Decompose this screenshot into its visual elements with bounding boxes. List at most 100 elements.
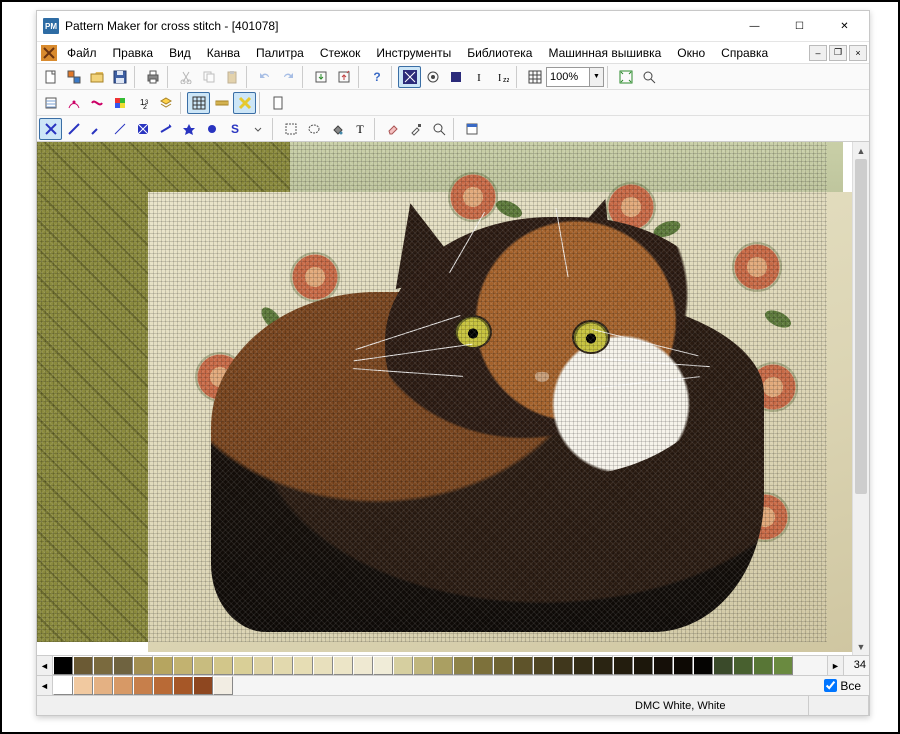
app-menu-icon[interactable] xyxy=(39,42,59,63)
french-knot-tool[interactable] xyxy=(177,118,200,140)
open-file-button[interactable] xyxy=(85,66,108,88)
palette-swatch[interactable] xyxy=(473,656,493,675)
new-wizard-button[interactable] xyxy=(62,66,85,88)
palette-swatch[interactable] xyxy=(553,656,573,675)
fit-window-button[interactable] xyxy=(614,66,637,88)
palette-swatch[interactable] xyxy=(73,676,93,695)
palette-swatch[interactable] xyxy=(733,656,753,675)
menu-окно[interactable]: Окно xyxy=(669,42,713,63)
palette-swatch[interactable] xyxy=(373,656,393,675)
mdi-minimize-button[interactable]: – xyxy=(809,45,827,61)
special-stitch-tool[interactable]: S xyxy=(223,118,246,140)
bead-tool[interactable] xyxy=(200,118,223,140)
new-file-button[interactable] xyxy=(39,66,62,88)
palette-swatch[interactable] xyxy=(693,656,713,675)
palette-swatch[interactable] xyxy=(73,656,93,675)
mdi-restore-button[interactable]: ❐ xyxy=(829,45,847,61)
petite-stitch-tool[interactable] xyxy=(131,118,154,140)
text-tool[interactable]: T xyxy=(348,118,371,140)
palette-swatch[interactable] xyxy=(153,676,173,695)
quarter-stitch-tool[interactable] xyxy=(85,118,108,140)
view-info-button[interactable]: I xyxy=(467,66,490,88)
palette-swatch[interactable] xyxy=(773,656,793,675)
view-stitches-button[interactable] xyxy=(398,66,421,88)
scroll-down-button[interactable]: ▼ xyxy=(853,638,869,655)
zoom-input[interactable]: 100% xyxy=(546,67,590,87)
pattern-canvas[interactable] xyxy=(37,142,827,642)
import-button[interactable] xyxy=(309,66,332,88)
zoom-tool-button[interactable] xyxy=(637,66,660,88)
palette-swatch[interactable] xyxy=(413,656,433,675)
palette-swatch[interactable] xyxy=(173,676,193,695)
view-symbols-button[interactable] xyxy=(421,66,444,88)
page-setup-button[interactable] xyxy=(266,92,289,114)
export-button[interactable] xyxy=(332,66,355,88)
scroll-thumb[interactable] xyxy=(855,159,867,494)
palette-swatch[interactable] xyxy=(653,656,673,675)
palette-scroll-left[interactable]: ◄ xyxy=(37,656,53,675)
palette-swatch[interactable] xyxy=(713,656,733,675)
menu-машинная вышивка[interactable]: Машинная вышивка xyxy=(540,42,669,63)
print-button[interactable] xyxy=(141,66,164,88)
save-button[interactable] xyxy=(108,66,131,88)
palette-swatch[interactable] xyxy=(133,676,153,695)
help-button[interactable]: ? xyxy=(365,66,388,88)
palette-swatch[interactable] xyxy=(673,656,693,675)
half-stitch-tool[interactable] xyxy=(62,118,85,140)
palette-swatch[interactable] xyxy=(133,656,153,675)
zoom-dropdown-button[interactable]: ▼ xyxy=(590,67,604,87)
menu-файл[interactable]: Файл xyxy=(59,42,105,63)
vertical-scrollbar[interactable]: ▲ ▼ xyxy=(852,142,869,655)
palette-swatch[interactable] xyxy=(113,676,133,695)
menu-палитра[interactable]: Палитра xyxy=(248,42,312,63)
select-free-tool[interactable] xyxy=(302,118,325,140)
menu-инструменты[interactable]: Инструменты xyxy=(368,42,459,63)
palette-swatch[interactable] xyxy=(333,656,353,675)
palette-swatch[interactable] xyxy=(573,656,593,675)
palette-swatch[interactable] xyxy=(213,676,233,695)
grid-button[interactable] xyxy=(523,66,546,88)
fill-tool[interactable] xyxy=(325,118,348,140)
color-settings-button[interactable] xyxy=(108,92,131,114)
stitch-properties-button[interactable] xyxy=(62,92,85,114)
palette-swatch[interactable] xyxy=(153,656,173,675)
palette-swatch[interactable] xyxy=(233,656,253,675)
paste-button[interactable] xyxy=(220,66,243,88)
canvas-viewport[interactable] xyxy=(37,142,852,655)
close-button[interactable]: ✕ xyxy=(822,11,867,41)
layers-button[interactable] xyxy=(154,92,177,114)
menu-вид[interactable]: Вид xyxy=(161,42,199,63)
library-panel-button[interactable] xyxy=(460,118,483,140)
palette-swatch[interactable] xyxy=(113,656,133,675)
copy-button[interactable] xyxy=(197,66,220,88)
minimize-button[interactable]: — xyxy=(732,11,777,41)
palette-swatch[interactable] xyxy=(93,676,113,695)
palette-swatch[interactable] xyxy=(593,656,613,675)
palette-swatch[interactable] xyxy=(633,656,653,675)
palette-swatch[interactable] xyxy=(213,656,233,675)
menu-библиотека[interactable]: Библиотека xyxy=(459,42,540,63)
special-dropdown[interactable] xyxy=(246,118,269,140)
redo-button[interactable] xyxy=(276,66,299,88)
palette-swatch[interactable] xyxy=(93,656,113,675)
select-rect-tool[interactable] xyxy=(279,118,302,140)
maximize-button[interactable]: ☐ xyxy=(777,11,822,41)
palette-swatch[interactable] xyxy=(513,656,533,675)
palette-swatch[interactable] xyxy=(393,656,413,675)
palette-swatch[interactable] xyxy=(53,656,73,675)
palette-swatch[interactable] xyxy=(753,656,773,675)
palette-swatch[interactable] xyxy=(253,656,273,675)
back-stitch-tool[interactable] xyxy=(108,118,131,140)
palette-swatch[interactable] xyxy=(533,656,553,675)
show-all-input[interactable] xyxy=(824,679,837,692)
palette-swatch[interactable] xyxy=(353,656,373,675)
palette-swatch[interactable] xyxy=(313,656,333,675)
palette-scroll-right[interactable]: ► xyxy=(827,656,843,675)
palette-swatch[interactable] xyxy=(53,676,73,695)
menu-стежок[interactable]: Стежок xyxy=(312,42,369,63)
palette-swatch[interactable] xyxy=(273,656,293,675)
full-stitch-tool[interactable] xyxy=(39,118,62,140)
undo-button[interactable] xyxy=(253,66,276,88)
show-all-checkbox[interactable]: Все xyxy=(824,676,869,695)
thread-button[interactable] xyxy=(85,92,108,114)
